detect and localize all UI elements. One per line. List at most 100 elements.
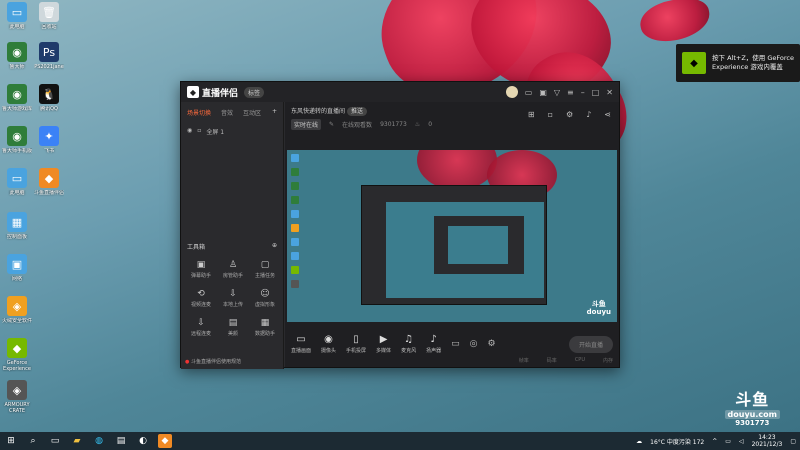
weather-icon[interactable]: ☁ [636,438,642,445]
desktop-icon[interactable]: ◆ 斗鱼直播伴侣 [34,168,64,202]
app-icon: ◆ [7,338,27,358]
clock-time[interactable]: 14:23 [752,434,783,441]
room-tag[interactable]: 推送 [346,107,367,116]
source-button[interactable]: ▶ 多媒体 [376,334,391,354]
desktop-icon[interactable]: Ps PS2021jane [34,42,64,76]
volume-icon[interactable]: ◁ [739,438,744,445]
app-icon: ◉ [7,126,27,146]
usage-notice[interactable]: ● 斗鱼直播伴侣使用规范 [185,358,241,365]
desktop-icon[interactable]: ◉ 鲁大师 [2,42,32,76]
desktop-icon[interactable]: ◈ ARMOURY CRATE [2,380,32,414]
record-icon[interactable]: ▭ [451,339,460,349]
desktop-icon[interactable]: 🐧 腾讯QQ [34,84,64,118]
desktop-icon[interactable]: ▦ 控制面板 [2,212,32,246]
tab-interact[interactable]: 互动区 [243,108,261,117]
desktop-icon[interactable]: ◉ 鲁大师手机版 [2,126,32,160]
toolbox-item[interactable]: ▣ 弹幕助手 [185,260,217,279]
store-icon[interactable]: ▤ [114,434,128,448]
like-icon: ♨ [414,121,421,128]
source-button[interactable]: ▯ 手机投屏 [346,334,366,354]
source-button[interactable]: ▭ 直播画面 [291,334,311,354]
share-icon[interactable]: ⋖ [604,110,611,119]
settings-icon[interactable]: ⚙ [487,339,495,349]
steam-icon[interactable]: ◐ [136,434,150,448]
gift-icon[interactable]: ▣ [539,88,547,97]
wallpaper-petal [637,0,713,46]
desktop-icon-label: 此电脑 [9,24,25,30]
weather-text[interactable]: 16°C 中度污染 172 [650,437,704,446]
start-live-button[interactable]: 开始直播 [568,335,613,353]
toast-line1: 按下 Alt+Z，使用 GeForce [712,54,794,62]
tool-label: 主播任务 [254,273,275,279]
settings-icon[interactable]: ⚙ [566,110,573,119]
tool-icon: ▣ [196,260,206,270]
clock-date[interactable]: 2021/12/3 [752,441,783,448]
tray-chevron-icon[interactable]: ^ [712,438,717,445]
wm-site: douyu.com [724,410,780,419]
windows-start-icon[interactable]: ⊞ [4,434,18,448]
source-button[interactable]: ♫ 麦克风 [401,334,416,354]
desktop-icon[interactable]: ✦ 飞书 [34,126,64,160]
room-title[interactable]: 东风快递转的直播间 [291,108,345,115]
toolbox-item[interactable]: ⇩ 远程连麦 [185,318,217,337]
file-explorer-icon[interactable]: ▰ [70,434,84,448]
stream-preview[interactable]: 斗鱼 douyu [287,150,617,322]
minimize-icon[interactable]: – [581,88,585,97]
status-text: 在线观看数 [342,122,373,129]
desktop-icon[interactable]: ◈ 火绒安全软件 [2,296,32,330]
avatar[interactable] [505,86,518,98]
eye-icon[interactable]: ◉ [187,127,192,136]
status-bar: 帧率 码率 CPU 内存 [285,353,619,367]
tab-audio[interactable]: 音效 [221,108,233,117]
pencil-icon[interactable]: ✎ [329,121,334,128]
tool-label: 房管助手 [222,273,243,279]
tool-label: 数据助手 [254,331,275,337]
bell-icon[interactable]: ♪ [586,110,591,119]
lock-icon[interactable]: ▫ [197,127,201,136]
tab-scenes[interactable]: 场景切换 [187,108,211,117]
desktop-icon[interactable]: ▭ 此电脑 [2,168,32,202]
desktop-icon[interactable]: ◆ GeForce Experience [2,338,32,372]
geforce-overlay-toast[interactable]: ◆ 按下 Alt+Z，使用 GeForce Experience 游戏内覆盖 [676,44,800,82]
scene-item[interactable]: ◉ ▫ 全屏 1 [181,121,283,142]
tool-icon: ⇩ [229,289,237,299]
app-badge[interactable]: 标签 [244,86,265,98]
status-item: 帧率 [518,357,529,364]
douyu-logo-icon: ◆ [187,86,199,98]
add-scene-icon[interactable]: + [272,108,277,117]
douyu-preview-watermark: 斗鱼 douyu [586,300,611,316]
desktop-icon[interactable]: ▣ 网络 [2,254,32,288]
desktop-icon[interactable]: ◉ 鲁大师游戏库 [2,84,32,118]
main-area: 东风快递转的直播间 推送 实时在线 ✎ 在线观看数 9301773 ♨ 0 ⊞ … [285,102,619,367]
maximize-icon[interactable]: □ [592,88,600,97]
toolbox-item[interactable]: ☺ 虚拟形象 [249,289,281,308]
toolbox-item[interactable]: ⇩ 本地上传 [217,289,249,308]
source-button[interactable]: ♪ 扬声器 [426,334,441,354]
app-titlebar: ◆ 直播伴侣 标签 ▭ ▣ ▽ ≡ – □ ✕ [181,82,619,102]
douyu-taskbar-icon[interactable]: ◆ [158,434,172,448]
network-icon[interactable]: ▭ [725,438,731,445]
app-icon: ▭ [7,2,27,22]
desktop-icon[interactable]: ▭ 此电脑 [2,2,32,36]
toolbox-item[interactable]: ▤ 美颜 [217,318,249,337]
more-icon[interactable]: ⊕ [272,242,277,251]
search-icon[interactable]: ⌕ [26,434,40,448]
lock-icon[interactable]: ▫ [548,110,553,119]
toolbox-item[interactable]: ♙ 房管助手 [217,260,249,279]
share-screen-icon[interactable]: ⊞ [528,110,535,119]
shirt-icon[interactable]: ▽ [554,88,560,97]
edge-icon[interactable]: ◍ [92,434,106,448]
info-icon[interactable]: ◎ [470,339,478,349]
close-icon[interactable]: ✕ [606,88,613,97]
message-icon[interactable]: ▭ [525,88,533,97]
desktop-icon[interactable]: 🗑 回收站 [34,2,64,36]
menu-icon[interactable]: ≡ [567,88,574,97]
toolbox-item[interactable]: ▦ 数据助手 [249,318,281,337]
tool-label: 虚拟形象 [254,302,275,308]
app-icon: ◈ [7,296,27,316]
toolbox-item[interactable]: ⟲ 视频连麦 [185,289,217,308]
toolbox-item[interactable]: ▢ 主播任务 [249,260,281,279]
task-view-icon[interactable]: ▭ [48,434,62,448]
notification-icon[interactable]: ▢ [790,438,796,445]
source-button[interactable]: ◉ 摄像头 [321,334,336,354]
